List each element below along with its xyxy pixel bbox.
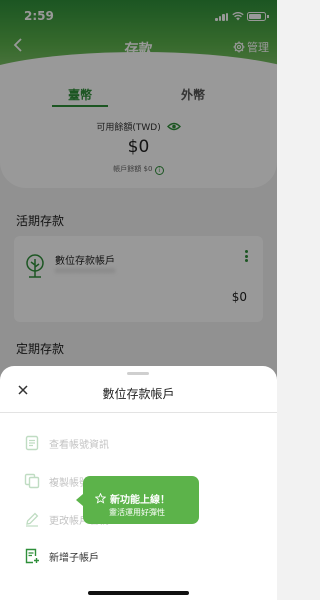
menu-item-label: 新增子帳戶 [49, 553, 99, 564]
sheet-title: 數位存款帳戶 [102, 387, 175, 401]
home-indicator [88, 591, 189, 595]
star-icon [95, 493, 106, 504]
add-document-icon [25, 548, 39, 564]
copy-icon [24, 473, 40, 489]
document-icon [25, 435, 39, 451]
menu-item-add-sub-account[interactable]: 新增子帳戶 [0, 542, 277, 572]
edit-icon [26, 512, 39, 527]
new-feature-tooltip[interactable]: 新功能上線！ 靈活運用好彈性 [76, 476, 199, 524]
tooltip-title: 新功能上線！ [110, 495, 170, 506]
sheet-divider [0, 412, 277, 413]
menu-item-label: 查看帳號資訊 [49, 440, 109, 451]
tooltip-subtitle: 靈活運用好彈性 [109, 508, 165, 517]
sheet-drag-handle[interactable] [127, 372, 149, 375]
tooltip-title-row: 新功能上線！ [95, 491, 170, 506]
menu-item-view-account-info[interactable]: 查看帳號資訊 [0, 429, 277, 459]
